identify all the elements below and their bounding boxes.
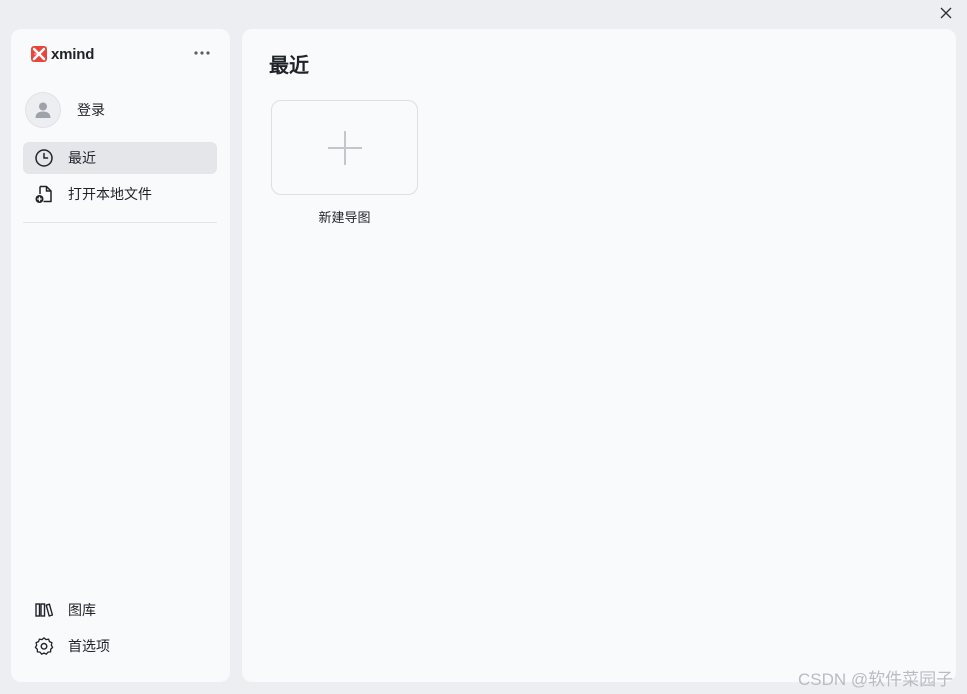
plus-icon [327, 130, 362, 165]
watermark: CSDN @软件菜园子 [798, 670, 954, 689]
page-title: 最近 [269, 53, 309, 77]
xmind-logo-icon [31, 46, 47, 62]
sidebar-item-library[interactable]: 图库 [23, 594, 217, 626]
sidebar-item-label: 首选项 [68, 639, 110, 655]
open-file-icon [34, 184, 54, 204]
sidebar-item-recent[interactable]: 最近 [23, 142, 217, 174]
app-logo: xmind [31, 45, 94, 63]
ellipsis-icon [194, 51, 210, 55]
clock-icon [34, 148, 54, 168]
sidebar-item-open-local-file[interactable]: 打开本地文件 [23, 178, 217, 210]
main-panel: 最近 新建导图 [242, 29, 956, 682]
sidebar-item-label: 图库 [68, 603, 96, 619]
gear-icon [34, 636, 54, 656]
close-window-button[interactable] [936, 4, 956, 22]
sidebar-item-preferences[interactable]: 首选项 [23, 630, 217, 662]
login-button[interactable]: 登录 [25, 92, 105, 128]
sidebar-item-label: 最近 [68, 151, 96, 167]
new-map-label: 新建导图 [318, 211, 371, 226]
library-icon [34, 600, 54, 620]
sidebar: xmind 登录 最近 打开本地文件 图库 首选项 [11, 29, 230, 682]
new-map-button[interactable] [271, 100, 418, 195]
user-icon [35, 102, 51, 118]
logo-text: xmind [51, 45, 95, 63]
avatar [25, 92, 61, 128]
login-label: 登录 [77, 103, 105, 119]
sidebar-item-label: 打开本地文件 [68, 187, 152, 203]
sidebar-divider [23, 222, 217, 223]
close-icon [940, 7, 952, 19]
more-options-button[interactable] [191, 43, 213, 63]
